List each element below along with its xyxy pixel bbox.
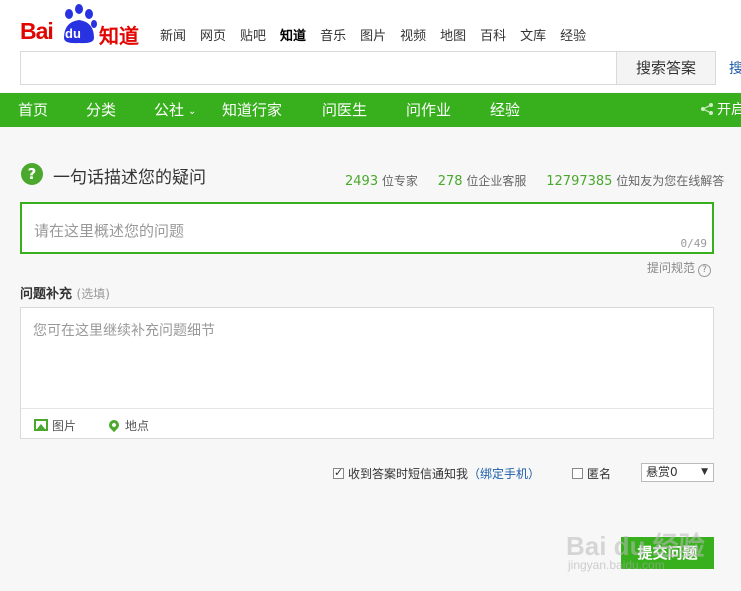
topnav-zhidao[interactable]: 知道 — [280, 25, 306, 44]
baidu-zhidao-logo[interactable]: Bai du 知道 — [20, 4, 142, 48]
reward-value: 悬赏0 — [646, 465, 678, 479]
help-icon: ? — [698, 264, 712, 277]
top-nav: 新闻 网页 贴吧 知道 音乐 图片 视频 地图 百科 文库 经验 — [160, 25, 600, 44]
optional-note: (选填) — [76, 287, 110, 301]
topnav-web[interactable]: 网页 — [200, 25, 226, 44]
logo-zhidao-text: 知道 — [99, 24, 139, 48]
image-icon — [34, 419, 48, 431]
stat-service: 278 位企业客服 — [437, 174, 527, 189]
main-nav: 首页 分类 公社 ⌄ 知道行家 问医生 问作业 经验 开启 — [0, 93, 741, 127]
sms-notify-label: 收到答案时短信通知我 — [348, 467, 469, 481]
online-stats: 2493 位专家 278 位企业客服 12797385 位知友为您在线解答 — [345, 172, 724, 189]
question-placeholder: 请在这里概述您的问题 — [34, 222, 185, 240]
char-counter: 0/49 — [680, 237, 708, 250]
question-rules-link[interactable]: 提问规范? — [647, 259, 712, 277]
logo-bai-text: Bai — [20, 18, 54, 44]
stat-experts: 2493 位专家 — [345, 174, 418, 189]
insert-location-button[interactable]: 地点 — [106, 417, 150, 434]
topnav-images[interactable]: 图片 — [360, 25, 386, 44]
topnav-jingyan[interactable]: 经验 — [560, 25, 586, 44]
question-input[interactable]: 请在这里概述您的问题 0/49 — [20, 202, 714, 254]
anonymous-label: 匿名 — [587, 467, 612, 481]
stat-online-number: 12797385 — [546, 174, 613, 189]
nav-experts[interactable]: 知道行家 — [222, 93, 282, 127]
nav-home[interactable]: 首页 — [18, 93, 48, 127]
search-answers-button[interactable]: 搜索答案 — [616, 51, 716, 85]
insert-image-button[interactable]: 图片 — [34, 417, 76, 434]
question-heading: 一句话描述您的疑问 — [53, 168, 206, 188]
bind-phone-link[interactable]: （绑定手机） — [468, 467, 540, 481]
nav-ask-doctor[interactable]: 问医生 — [322, 93, 367, 127]
location-pin-icon — [106, 417, 122, 433]
anonymous-option[interactable]: 匿名 — [572, 465, 611, 482]
supplement-textarea[interactable]: 您可在这里继续补充问题细节 图片 地点 — [20, 307, 714, 439]
topnav-video[interactable]: 视频 — [400, 25, 426, 44]
sms-notify-option[interactable]: 收到答案时短信通知我（绑定手机） — [333, 465, 540, 482]
topnav-tieba[interactable]: 贴吧 — [240, 25, 266, 44]
sms-notify-checkbox[interactable] — [333, 466, 344, 479]
stat-service-label: 位企业客服 — [466, 174, 527, 188]
header: Bai du 知道 新闻 网页 贴吧 知道 音乐 图片 视频 地图 百科 文库 … — [0, 0, 741, 92]
share-button[interactable]: 开启 — [700, 93, 741, 127]
nav-categories[interactable]: 分类 — [86, 93, 116, 127]
reward-select[interactable]: 悬赏0 ▼ — [641, 463, 714, 482]
topnav-wenku[interactable]: 文库 — [520, 25, 546, 44]
logo-du-text: du — [65, 26, 81, 41]
topnav-baike[interactable]: 百科 — [480, 25, 506, 44]
topnav-news[interactable]: 新闻 — [160, 25, 186, 44]
dropdown-arrow-icon: ▼ — [701, 467, 708, 477]
location-label: 地点 — [125, 419, 150, 433]
nav-commune[interactable]: 公社 ⌄ — [154, 93, 196, 127]
topnav-music[interactable]: 音乐 — [320, 25, 346, 44]
chevron-down-icon: ⌄ — [188, 106, 197, 117]
stat-online-label: 位知友为您在线解答 — [616, 174, 725, 188]
nav-jingyan[interactable]: 经验 — [490, 93, 520, 127]
supplement-placeholder: 您可在这里继续补充问题细节 — [33, 323, 215, 339]
supplement-toolbar: 图片 地点 — [21, 408, 713, 438]
rules-label: 提问规范 — [647, 261, 696, 275]
supplement-label: 问题补充 (选填) — [20, 283, 110, 302]
share-icon — [701, 103, 713, 115]
nav-homework[interactable]: 问作业 — [406, 93, 451, 127]
stat-online: 12797385 位知友为您在线解答 — [546, 174, 725, 189]
stat-service-number: 278 — [437, 174, 463, 189]
search-input[interactable] — [20, 51, 617, 85]
nav-commune-label: 公社 — [154, 101, 185, 119]
stat-experts-number: 2493 — [345, 174, 379, 189]
topnav-map[interactable]: 地图 — [440, 25, 466, 44]
share-label: 开启 — [717, 102, 741, 118]
supplement-title: 问题补充 — [20, 287, 73, 302]
submit-question-button[interactable]: 提交问题 — [621, 537, 714, 569]
anonymous-checkbox[interactable] — [572, 468, 583, 479]
image-label: 图片 — [52, 419, 77, 433]
ask-question-link[interactable]: 搜 — [729, 58, 741, 78]
question-mark-icon: ? — [21, 163, 43, 185]
stat-experts-label: 位专家 — [381, 174, 418, 188]
